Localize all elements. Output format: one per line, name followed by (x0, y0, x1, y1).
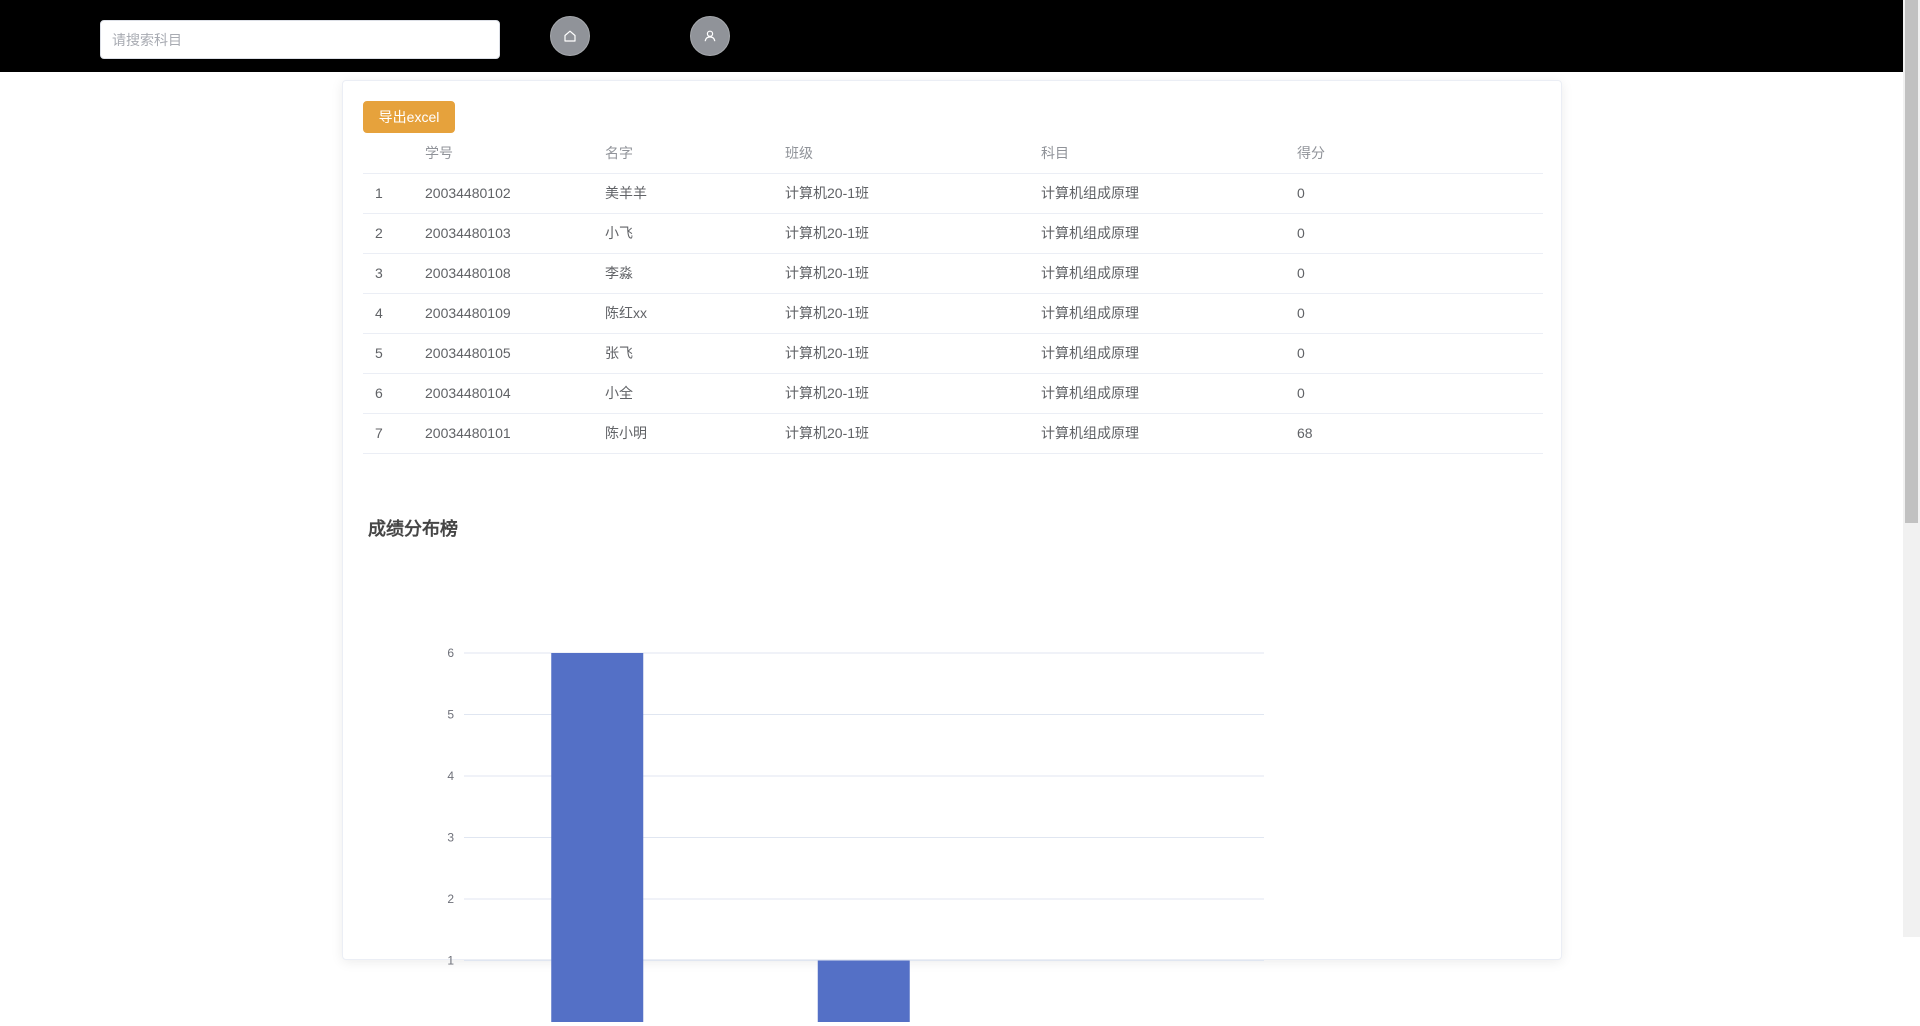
student-id-cell: 20034480102 (413, 173, 593, 214)
scrollbar-thumb[interactable] (1905, 0, 1918, 523)
subject-cell: 计算机组成原理 (1029, 253, 1285, 294)
user-icon (704, 30, 716, 42)
row-index: 1 (363, 173, 413, 214)
row-index: 5 (363, 333, 413, 374)
column-header-score: 得分 (1285, 133, 1543, 174)
row-index: 3 (363, 253, 413, 294)
home-icon (564, 30, 576, 42)
table-row[interactable]: 5 20034480105 张飞 计算机20-1班 计算机组成原理 0 (363, 333, 1543, 374)
y-tick-label: 4 (447, 769, 454, 783)
subject-cell: 计算机组成原理 (1029, 413, 1285, 454)
chart-bar[interactable] (817, 960, 910, 1023)
student-id-cell: 20034480105 (413, 333, 593, 374)
name-cell: 张飞 (593, 333, 773, 374)
row-index: 2 (363, 213, 413, 254)
score-distribution-chart: 1 2 3 4 5 6 (447, 646, 1264, 1023)
subject-cell: 计算机组成原理 (1029, 373, 1285, 414)
main-card: 导出excel 学号 名字 班级 科目 得分 1 20034480102 美羊羊 计算… (342, 80, 1562, 1022)
student-id-cell: 20034480101 (413, 413, 593, 454)
class-cell: 计算机20-1班 (773, 293, 1029, 334)
table-row[interactable]: 1 20034480102 美羊羊 计算机20-1班 计算机组成原理 0 (363, 173, 1543, 214)
table-header-row: 学号 名字 班级 科目 得分 (363, 133, 1543, 174)
name-cell: 陈小明 (593, 413, 773, 454)
student-id-cell: 20034480104 (413, 373, 593, 414)
score-cell: 68 (1285, 413, 1543, 454)
y-tick-label: 1 (447, 954, 454, 968)
name-cell: 美羊羊 (593, 173, 773, 214)
user-button[interactable] (690, 16, 730, 56)
column-header-index (363, 133, 413, 174)
score-cell: 0 (1285, 253, 1543, 294)
y-tick-label: 3 (447, 831, 454, 845)
search-input[interactable] (100, 20, 500, 59)
table-row[interactable]: 4 20034480109 陈红xx 计算机20-1班 计算机组成原理 0 (363, 293, 1543, 334)
class-cell: 计算机20-1班 (773, 373, 1029, 414)
score-cell: 0 (1285, 293, 1543, 334)
column-header-name: 名字 (593, 133, 773, 174)
table-row[interactable]: 7 20034480101 陈小明 计算机20-1班 计算机组成原理 68 (363, 413, 1543, 454)
column-header-student-id: 学号 (413, 133, 593, 174)
class-cell: 计算机20-1班 (773, 413, 1029, 454)
export-excel-button[interactable]: 导出excel (363, 101, 455, 133)
name-cell: 小飞 (593, 213, 773, 254)
column-header-class: 班级 (773, 133, 1029, 174)
chart-title: 成绩分布榜 (368, 519, 458, 539)
subject-cell: 计算机组成原理 (1029, 213, 1285, 254)
y-tick-label: 2 (447, 892, 454, 906)
score-cell: 0 (1285, 173, 1543, 214)
y-tick-label: 6 (447, 646, 454, 660)
name-cell: 陈红xx (593, 293, 773, 334)
column-header-subject: 科目 (1029, 133, 1285, 174)
class-cell: 计算机20-1班 (773, 213, 1029, 254)
y-tick-label: 5 (447, 708, 454, 722)
name-cell: 李淼 (593, 253, 773, 294)
table-row[interactable]: 3 20034480108 李淼 计算机20-1班 计算机组成原理 0 (363, 253, 1543, 294)
home-button[interactable] (550, 16, 590, 56)
class-cell: 计算机20-1班 (773, 253, 1029, 294)
top-navigation-bar (0, 0, 1920, 72)
subject-cell: 计算机组成原理 (1029, 333, 1285, 374)
scores-table: 学号 名字 班级 科目 得分 1 20034480102 美羊羊 计算机20-1班 计算… (363, 133, 1543, 454)
chart-bar[interactable] (551, 653, 644, 1022)
student-id-cell: 20034480109 (413, 293, 593, 334)
row-index: 7 (363, 413, 413, 454)
table-row[interactable]: 2 20034480103 小飞 计算机20-1班 计算机组成原理 0 (363, 213, 1543, 254)
row-index: 4 (363, 293, 413, 334)
table-row[interactable]: 6 20034480104 小全 计算机20-1班 计算机组成原理 0 (363, 373, 1543, 414)
class-cell: 计算机20-1班 (773, 333, 1029, 374)
score-cell: 0 (1285, 213, 1543, 254)
student-id-cell: 20034480108 (413, 253, 593, 294)
subject-cell: 计算机组成原理 (1029, 293, 1285, 334)
name-cell: 小全 (593, 373, 773, 414)
class-cell: 计算机20-1班 (773, 173, 1029, 214)
student-id-cell: 20034480103 (413, 213, 593, 254)
score-cell: 0 (1285, 333, 1543, 374)
subject-cell: 计算机组成原理 (1029, 173, 1285, 214)
score-cell: 0 (1285, 373, 1543, 414)
row-index: 6 (363, 373, 413, 414)
